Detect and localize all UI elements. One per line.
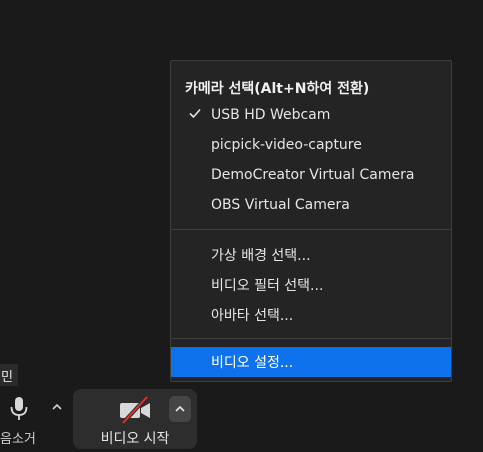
participant-name-tag: 민 bbox=[0, 364, 18, 386]
video-off-icon bbox=[120, 395, 150, 425]
start-video-label: 비디오 시작 bbox=[100, 431, 170, 447]
microphone-icon[interactable] bbox=[8, 396, 30, 422]
chevron-up-icon bbox=[175, 405, 185, 412]
menu-item-label: 비디오 필터 선택... bbox=[211, 278, 324, 294]
menu-item-label: DemoCreator Virtual Camera bbox=[211, 167, 415, 183]
menu-item-video-settings[interactable]: 비디오 설정... bbox=[171, 347, 451, 377]
menu-item-camera-usb-hd-webcam[interactable]: USB HD Webcam bbox=[171, 100, 451, 130]
mute-button-label[interactable]: 음소거 bbox=[0, 428, 36, 447]
meeting-window: 카메라 선택(Alt+N하여 전환) USB HD Webcam picpick… bbox=[0, 0, 483, 452]
chevron-up-icon[interactable] bbox=[50, 402, 64, 412]
start-video-button[interactable]: 비디오 시작 bbox=[73, 389, 197, 449]
menu-item-label: OBS Virtual Camera bbox=[211, 197, 350, 213]
camera-menu: 카메라 선택(Alt+N하여 전환) USB HD Webcam picpick… bbox=[170, 60, 452, 382]
menu-item-label: picpick-video-capture bbox=[211, 137, 362, 153]
menu-item-label: USB HD Webcam bbox=[211, 107, 331, 123]
camera-menu-header: 카메라 선택(Alt+N하여 전환) bbox=[185, 81, 370, 97]
checkmark-icon bbox=[189, 108, 201, 119]
menu-item-virtual-background[interactable]: 가상 배경 선택... bbox=[171, 240, 451, 270]
menu-item-label: 아바타 선택... bbox=[211, 308, 294, 324]
menu-item-camera-democreator[interactable]: DemoCreator Virtual Camera bbox=[171, 160, 451, 190]
menu-divider bbox=[171, 338, 451, 339]
menu-item-avatar[interactable]: 아바타 선택... bbox=[171, 300, 451, 330]
menu-item-camera-picpick[interactable]: picpick-video-capture bbox=[171, 130, 451, 160]
menu-item-video-filter[interactable]: 비디오 필터 선택... bbox=[171, 270, 451, 300]
participant-name: 민 bbox=[1, 369, 13, 385]
video-options-button[interactable] bbox=[169, 396, 191, 422]
menu-item-camera-obs[interactable]: OBS Virtual Camera bbox=[171, 190, 451, 220]
menu-divider bbox=[171, 229, 451, 230]
menu-item-label: 가상 배경 선택... bbox=[211, 248, 311, 264]
menu-item-label: 비디오 설정... bbox=[211, 355, 294, 371]
